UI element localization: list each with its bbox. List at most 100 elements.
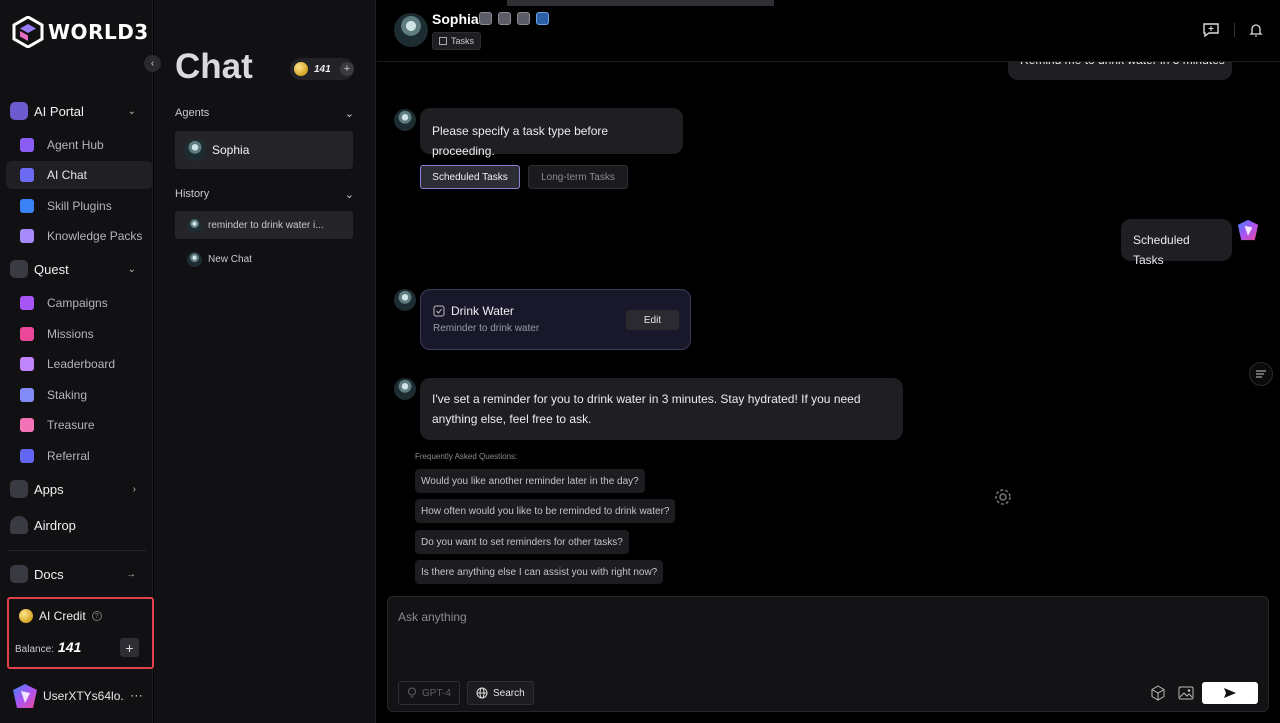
faq-suggestion[interactable]: Would you like another reminder later in… bbox=[415, 469, 645, 493]
cube-icon bbox=[1151, 685, 1165, 701]
globe-icon bbox=[476, 687, 488, 699]
nav-group-label: Apps bbox=[34, 481, 64, 497]
badge-icon bbox=[536, 12, 549, 25]
edit-task-button[interactable]: Edit bbox=[626, 310, 679, 330]
treasure-icon bbox=[20, 418, 34, 432]
nav-item-label: Agent Hub bbox=[47, 138, 104, 152]
faq-suggestion[interactable]: How often would you like to be reminded … bbox=[415, 499, 676, 523]
nav-group-apps[interactable]: Apps › bbox=[10, 476, 136, 502]
send-icon bbox=[1224, 688, 1236, 698]
history-item[interactable]: reminder to drink water i... bbox=[175, 211, 353, 239]
balance-label: Balance: bbox=[15, 644, 54, 655]
task-card: Drink Water Reminder to drink water Edit bbox=[420, 289, 691, 350]
logo-text: WORLD3 bbox=[48, 20, 149, 44]
long-term-tasks-option[interactable]: Long-term Tasks bbox=[528, 165, 628, 189]
nav-item-label: Skill Plugins bbox=[47, 199, 112, 213]
page-title: Chat bbox=[175, 47, 253, 86]
balance-value: 141 bbox=[57, 639, 82, 655]
ai-credit-label: AI Credit bbox=[39, 609, 86, 623]
message-input[interactable] bbox=[398, 605, 1258, 629]
tasks-tag[interactable]: Tasks bbox=[432, 32, 482, 50]
bell-icon[interactable] bbox=[1249, 22, 1263, 38]
apps-icon bbox=[10, 480, 28, 498]
faq-suggestion[interactable]: Is there anything else I can assist you … bbox=[415, 560, 664, 584]
user-profile[interactable]: UserXTYs64lo... ⋯ bbox=[12, 683, 147, 709]
agents-section-header[interactable]: Agents ⌄ bbox=[175, 107, 354, 120]
nav-item-knowledge-packs[interactable]: Knowledge Packs bbox=[6, 222, 153, 250]
history-section-header[interactable]: History ⌄ bbox=[175, 188, 354, 201]
tasks-icon bbox=[439, 37, 447, 45]
quest-icon bbox=[10, 260, 28, 278]
chevron-down-icon: ⌄ bbox=[344, 108, 354, 120]
nav-item-label: AI Chat bbox=[47, 168, 88, 182]
task-title-text: Drink Water bbox=[451, 304, 514, 318]
history-item[interactable]: New Chat bbox=[175, 245, 353, 273]
nav-group-ai-portal[interactable]: AI Portal ⌄ bbox=[10, 98, 136, 124]
nav-item-treasure[interactable]: Treasure bbox=[6, 411, 153, 439]
skill-plugins-icon bbox=[20, 199, 34, 213]
avatar bbox=[187, 217, 202, 233]
chevron-right-icon: › bbox=[132, 483, 136, 495]
docs-icon bbox=[10, 565, 28, 583]
nav-group-airdrop[interactable]: Airdrop bbox=[10, 512, 136, 538]
main-nav: WORLD3 ‹ AI Portal ⌄ Agent Hub AI Chat S… bbox=[0, 0, 161, 723]
credit-pill: 141 + bbox=[290, 58, 354, 80]
agent-hub-icon bbox=[20, 138, 34, 152]
nav-group-label: Quest bbox=[34, 261, 69, 277]
search-toggle[interactable]: Search bbox=[467, 681, 534, 705]
avatar bbox=[394, 109, 416, 131]
new-chat-icon[interactable] bbox=[1202, 22, 1220, 38]
agent-card-sophia[interactable]: Sophia bbox=[175, 131, 353, 169]
scheduled-tasks-option[interactable]: Scheduled Tasks bbox=[420, 165, 520, 189]
badge-icon bbox=[498, 12, 511, 25]
nav-item-agent-hub[interactable]: Agent Hub bbox=[6, 131, 153, 159]
nav-item-skill-plugins[interactable]: Skill Plugins bbox=[6, 192, 153, 220]
knowledge-packs-icon bbox=[20, 229, 34, 243]
more-options-icon[interactable]: ⋯ bbox=[130, 688, 144, 704]
info-icon[interactable]: ? bbox=[91, 611, 102, 621]
option-label: Scheduled Tasks bbox=[432, 171, 508, 183]
nav-item-referral[interactable]: Referral bbox=[6, 442, 153, 470]
avatar[interactable] bbox=[394, 13, 428, 47]
add-credit-button[interactable]: + bbox=[340, 62, 354, 76]
nav-item-label: Campaigns bbox=[47, 296, 108, 310]
nav-group-quest[interactable]: Quest ⌄ bbox=[10, 256, 136, 282]
chevron-down-icon: ⌄ bbox=[127, 263, 136, 275]
coin-icon bbox=[294, 62, 308, 76]
faq-suggestion[interactable]: Do you want to set reminders for other t… bbox=[415, 530, 629, 554]
collapse-sidebar-button[interactable]: ‹ bbox=[144, 55, 161, 72]
avatar bbox=[394, 378, 416, 400]
leaderboard-icon bbox=[20, 357, 34, 371]
ai-chat-icon bbox=[20, 168, 34, 182]
bot-message: Please specify a task type before procee… bbox=[420, 108, 683, 158]
nav-group-docs[interactable]: Docs → bbox=[10, 561, 136, 587]
logo[interactable]: WORLD3 bbox=[12, 16, 149, 48]
filter-icon bbox=[1256, 370, 1266, 378]
add-credit-button[interactable]: + bbox=[120, 638, 139, 657]
gear-icon[interactable] bbox=[993, 487, 1013, 507]
cube-button[interactable] bbox=[1148, 683, 1168, 703]
checklist-icon bbox=[433, 305, 445, 317]
nav-group-label: Airdrop bbox=[34, 517, 76, 533]
staking-icon bbox=[20, 388, 34, 402]
nav-item-ai-chat[interactable]: AI Chat bbox=[6, 161, 153, 189]
image-upload-button[interactable] bbox=[1176, 683, 1196, 703]
badge-icon bbox=[479, 12, 492, 25]
filter-button[interactable] bbox=[1249, 362, 1273, 386]
nav-item-leaderboard[interactable]: Leaderboard bbox=[6, 350, 153, 378]
arrow-right-icon: → bbox=[126, 568, 136, 580]
history-item-label: New Chat bbox=[208, 253, 252, 265]
history-label: History bbox=[175, 188, 210, 200]
ai-portal-icon bbox=[10, 102, 28, 120]
nav-group-label: AI Portal bbox=[34, 103, 84, 119]
nav-item-staking[interactable]: Staking bbox=[6, 381, 153, 409]
task-title: Drink Water bbox=[433, 304, 514, 318]
chat-list-panel: Chat 141 + Agents ⌄ Sophia History ⌄ rem… bbox=[154, 0, 376, 723]
send-button[interactable] bbox=[1202, 682, 1258, 704]
nav-item-missions[interactable]: Missions bbox=[6, 320, 153, 348]
message-text: Scheduled Tasks bbox=[1133, 233, 1190, 267]
message-area: Remind me to drink water in 3 minutes Pl… bbox=[377, 42, 1280, 592]
nav-item-campaigns[interactable]: Campaigns bbox=[6, 289, 153, 317]
model-selector[interactable]: GPT-4 bbox=[398, 681, 460, 705]
campaigns-icon bbox=[20, 296, 34, 310]
